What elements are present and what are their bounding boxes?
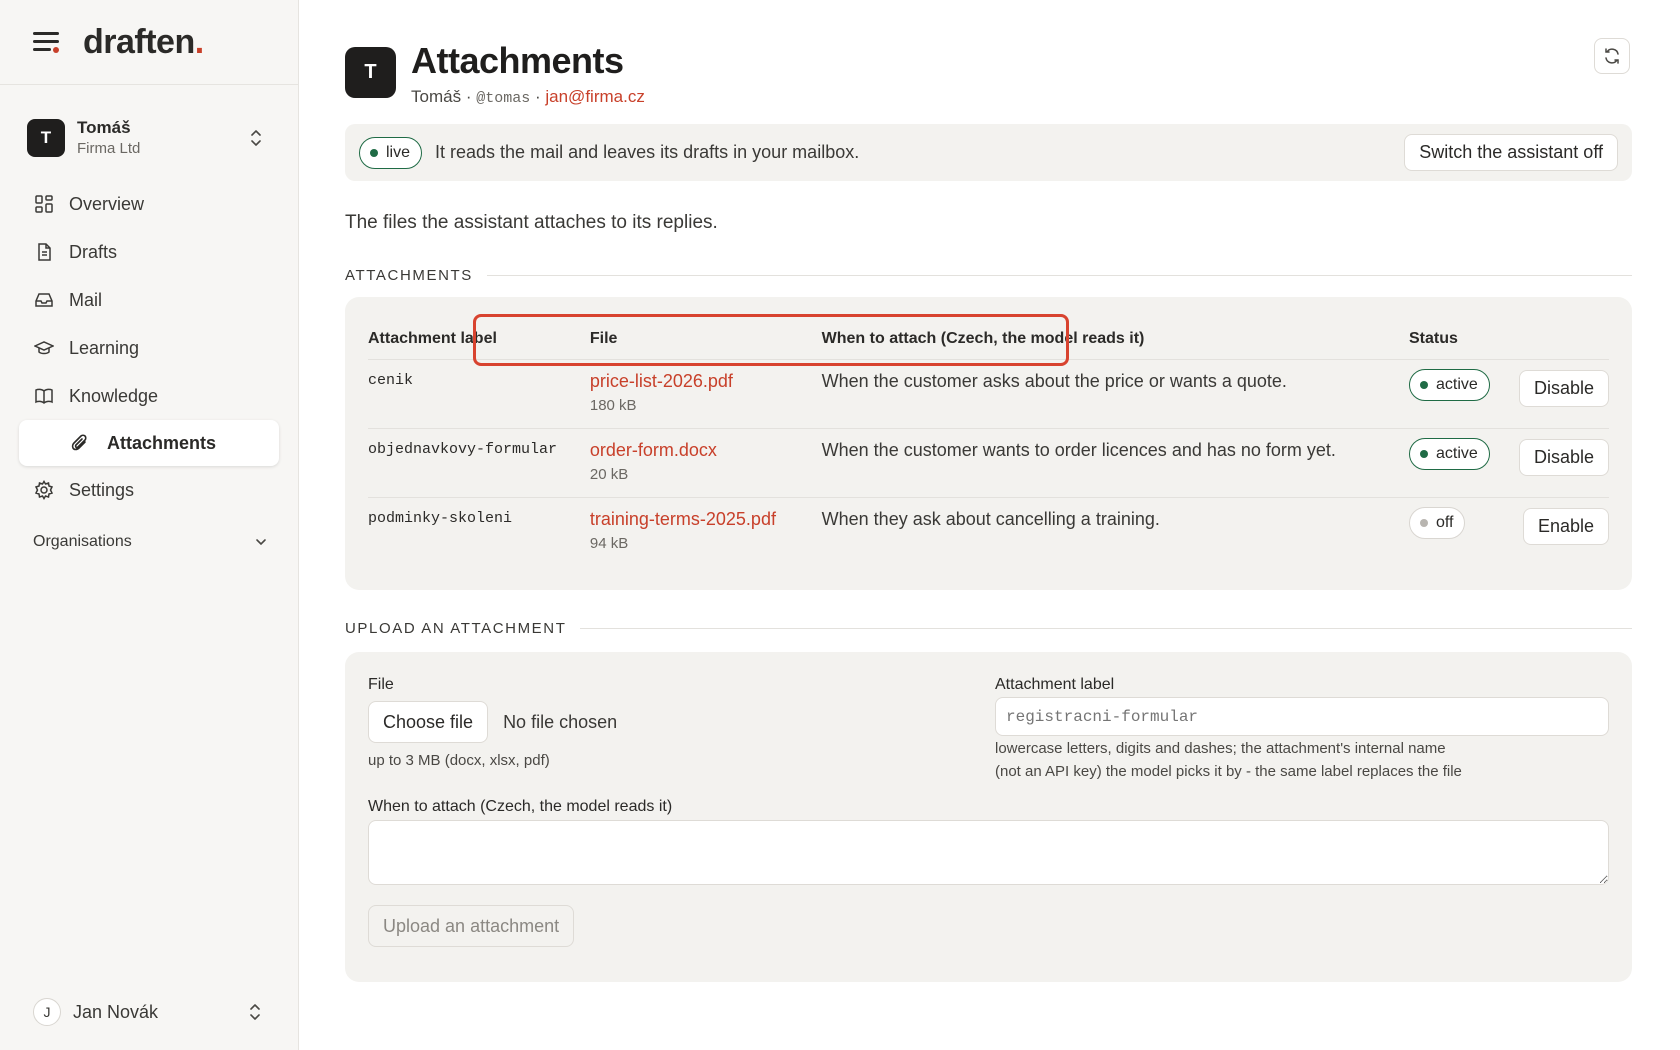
organisations-toggle[interactable]: Organisations [33,533,268,551]
upload-section-heading: UPLOAD AN ATTACHMENT [345,620,1632,637]
banner-text: It reads the mail and leaves its drafts … [435,142,860,162]
sidebar-item-label: Drafts [69,241,118,262]
page-title: Attachments [411,40,624,81]
file-link[interactable]: price-list-2026.pdf [590,371,822,392]
status-badge: active [1408,437,1490,470]
user-name: Tomáš [411,87,462,106]
status-badge: live [359,136,423,169]
user-avatar: J [33,998,61,1026]
attachment-label: cenik [368,359,590,429]
refresh-icon [1605,48,1619,64]
when-field-label: When to attach (Czech, the model reads i… [368,798,673,815]
sidebar-item-settings[interactable]: Settings [19,466,279,514]
menu-icon[interactable] [33,32,59,53]
enable-button[interactable]: Enable [1522,507,1609,545]
attachment-label-field-label: Attachment label [995,676,1115,693]
avatar: T [345,47,396,98]
user-menu[interactable]: J Jan Novák [33,994,268,1030]
attachment-label: podminky-skoleni [368,509,513,527]
file-size: 20 kB [589,465,629,483]
column-header-when: When to attach (Czech, the model reads i… [821,319,1409,360]
separator: · [465,87,472,106]
attachment-label-input[interactable] [995,697,1609,736]
upload-card: File Choose file No file chosen up to 3 … [345,652,1632,982]
column-header-actions [1518,319,1609,360]
book-icon [33,385,55,407]
inbox-icon [33,289,55,311]
paperclip-icon [69,432,91,454]
no-file-chosen-text: No file chosen [503,711,618,732]
table-row: objednavkovy-formular order-form.docx 20 … [368,428,1609,498]
account-name: Tomáš [77,118,131,138]
document-icon [33,241,55,263]
grid-icon [33,193,55,215]
sidebar-item-label: Settings [69,479,135,500]
status-badge: off [1408,506,1466,539]
column-header-file: File [589,319,822,360]
file-size: 180 kB [589,396,637,414]
table-row: cenik price-list-2026.pdf 180 kB When the… [368,359,1609,429]
sidebar-item-label: Overview [69,193,145,214]
status-badge: active [1408,368,1490,401]
logo[interactable]: draften. [83,23,204,62]
column-header-status: Status [1408,319,1519,360]
user-name: Jan Novák [73,1001,159,1022]
sidebar-nav: Overview Drafts Mail Learning Knowledge … [19,180,279,514]
refresh-button[interactable] [1594,38,1630,74]
status-banner: live It reads the mail and leaves its dr… [345,124,1632,181]
file-hint: up to 3 MB (docx, xlsx, pdf) [368,752,550,769]
disable-button[interactable]: Disable [1518,438,1609,476]
user-email[interactable]: jan@firma.cz [545,87,644,106]
account-switcher[interactable]: T Tomáš Firma Ltd [27,116,273,160]
attachments-card: Attachment label File When to attach (Cz… [345,297,1632,590]
upload-attachment-button[interactable]: Upload an attachment [368,905,575,947]
file-link[interactable]: order-form.docx [590,440,822,461]
chevron-up-down-icon [251,130,261,146]
sidebar-item-label: Attachments [107,432,217,453]
disable-button[interactable]: Disable [1518,369,1609,407]
when-to-attach: When the customer wants to order licence… [821,428,1409,498]
switch-assistant-off-button[interactable]: Switch the assistant off [1404,134,1618,171]
attachments-section-heading: ATTACHMENTS [345,267,1632,284]
when-to-attach: When the customer asks about the price o… [821,359,1409,429]
file-size: 94 kB [589,534,629,552]
when-to-attach: When they ask about cancelling a trainin… [821,508,1160,529]
avatar: T [27,119,65,157]
account-org: Firma Ltd [77,140,141,158]
gear-icon [33,479,55,501]
page-header: T Attachments Tomáš · @tomas · jan@firma… [345,40,645,107]
file-link[interactable]: training-terms-2025.pdf [590,509,822,530]
page-intro: The files the assistant attaches to its … [345,212,718,233]
file-field-label: File [368,676,394,693]
sidebar-item-label: Learning [69,337,140,358]
sidebar-item-drafts[interactable]: Drafts [19,228,279,276]
choose-file-button[interactable]: Choose file [368,701,489,743]
brand-bar: draften. [0,0,298,85]
label-hint: lowercase letters, digits and dashes; th… [995,740,1462,780]
graduation-cap-icon [33,337,55,359]
chevron-down-icon [256,539,266,546]
sidebar-item-label: Mail [69,289,103,310]
sidebar-item-attachments[interactable]: Attachments [19,420,279,466]
organisations-label: Organisations [33,533,132,550]
sidebar-item-mail[interactable]: Mail [19,276,279,324]
sidebar: draften. T Tomáš Firma Ltd Overview Draf… [0,0,299,1050]
user-handle: @tomas [476,90,531,107]
when-to-attach-textarea[interactable] [368,820,1609,885]
column-header-label: Attachment label [368,319,590,360]
table-row: podminky-skoleni training-terms-2025.pdf… [368,497,1609,566]
attachments-table: Attachment label File When to attach (Cz… [368,319,1609,566]
user-subline: Tomáš · @tomas · jan@firma.cz [411,87,645,107]
sidebar-item-label: Knowledge [69,385,159,406]
sidebar-item-knowledge[interactable]: Knowledge [19,372,279,420]
attachment-label: objednavkovy-formular [368,428,590,498]
chevron-up-down-icon [250,1004,260,1020]
sidebar-item-learning[interactable]: Learning [19,324,279,372]
separator: · [534,87,541,106]
sidebar-item-overview[interactable]: Overview [19,180,279,228]
